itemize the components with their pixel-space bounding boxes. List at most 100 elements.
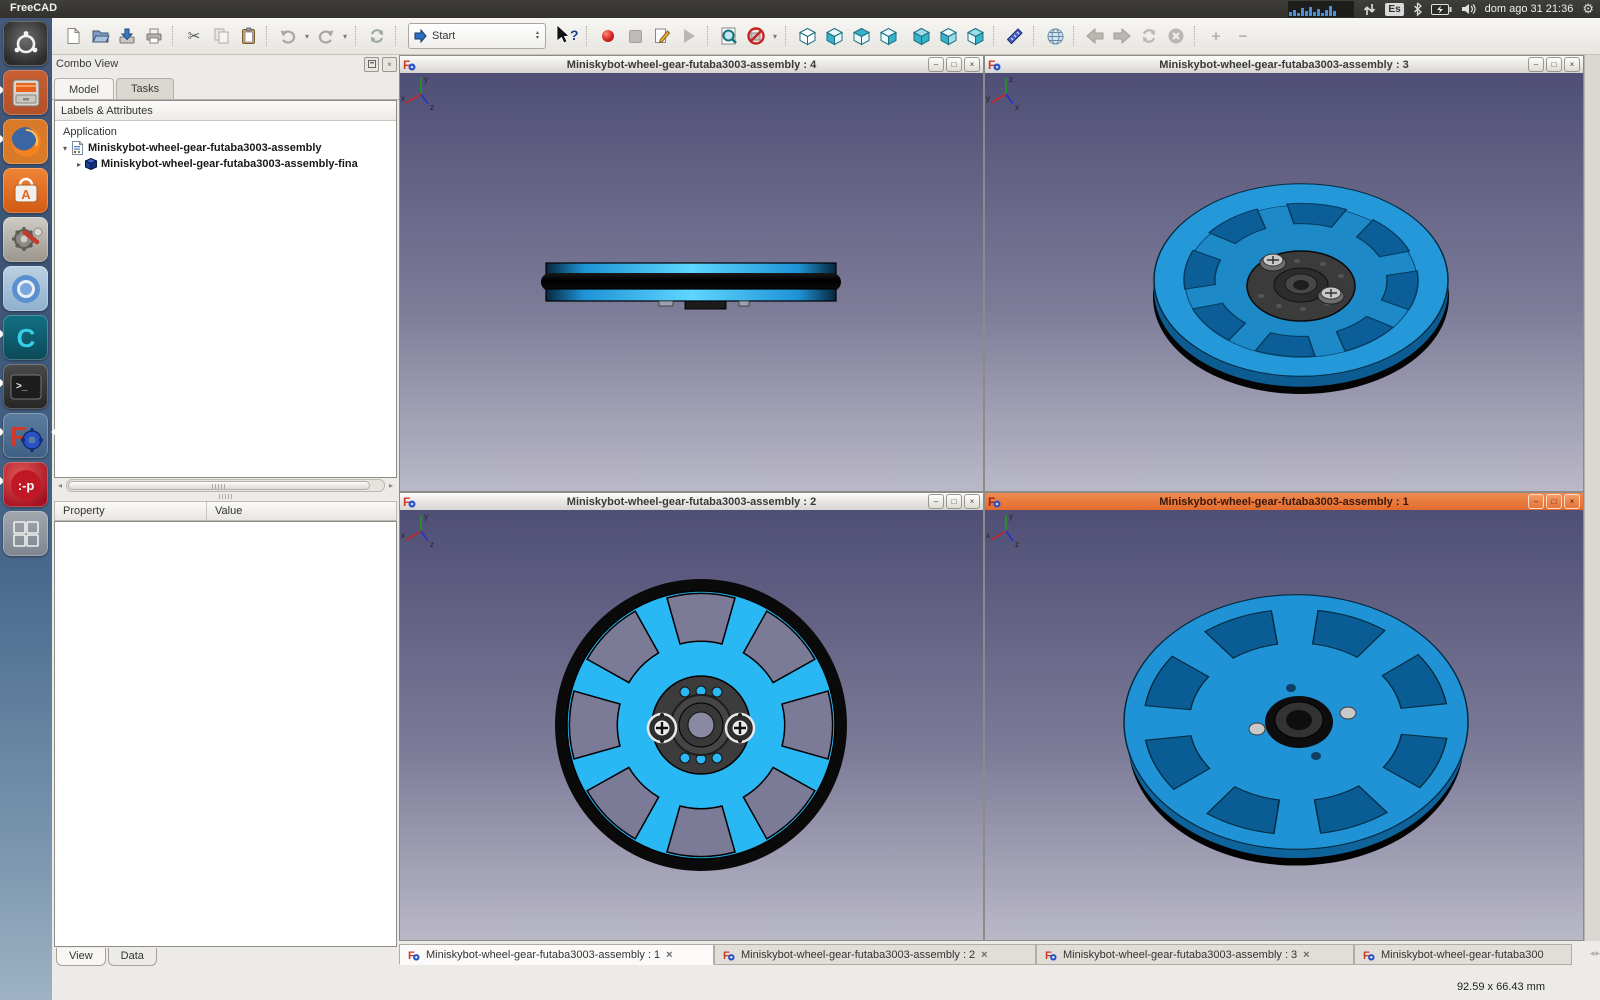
tab-data[interactable]: Data	[108, 948, 157, 966]
tab-close-icon[interactable]: ×	[1303, 949, 1309, 961]
dock-float-button[interactable]	[364, 57, 379, 72]
macro-stop-button[interactable]	[622, 22, 648, 50]
launcher-item-freecad[interactable]: F	[3, 413, 48, 458]
nav-stop-button[interactable]	[1163, 22, 1189, 50]
dock-close-button[interactable]: ×	[382, 57, 397, 72]
network-monitor-icon[interactable]	[1288, 1, 1354, 17]
workbench-selector[interactable]: Start ▴▾	[408, 23, 546, 49]
zoom-in-button[interactable]: +	[1203, 22, 1229, 50]
draw-style-button[interactable]	[743, 22, 769, 50]
launcher-item-chromium[interactable]	[3, 266, 48, 311]
window-2-titlebar[interactable]: Miniskybot-wheel-gear-futaba3003-assembl…	[400, 493, 983, 511]
tab-close-icon[interactable]: ×	[666, 949, 672, 961]
nav-refresh-button[interactable]	[1136, 22, 1162, 50]
window-tab-3[interactable]: F Miniskybot-wheel-gear-futaba3003-assem…	[1036, 944, 1354, 965]
macro-record-button[interactable]	[595, 22, 621, 50]
zoom-out-button[interactable]: −	[1230, 22, 1256, 50]
redo-button[interactable]	[313, 22, 339, 50]
expander-closed-icon[interactable]: ▸	[73, 160, 85, 169]
window-tab-1[interactable]: F Miniskybot-wheel-gear-futaba3003-assem…	[399, 944, 714, 965]
print-button[interactable]	[141, 22, 167, 50]
copy-button[interactable]	[208, 22, 234, 50]
paste-button[interactable]	[235, 22, 261, 50]
restore-button[interactable]: □	[1546, 57, 1562, 72]
nav-forward-button[interactable]	[1109, 22, 1135, 50]
window-4-titlebar[interactable]: Miniskybot-wheel-gear-futaba3003-assembl…	[400, 56, 983, 74]
launcher-item-player-smiley[interactable]: :-p	[3, 462, 48, 507]
web-browser-button[interactable]	[1042, 22, 1068, 50]
restore-button[interactable]: □	[946, 57, 962, 72]
measure-button[interactable]	[1002, 22, 1028, 50]
window-1-titlebar[interactable]: Miniskybot-wheel-gear-futaba3003-assembl…	[985, 493, 1583, 511]
expander-open-icon[interactable]: ▾	[59, 144, 71, 153]
dock-splitter[interactable]	[54, 493, 397, 500]
viewport-iso-top-view[interactable]: zyx	[985, 73, 1583, 491]
launcher-item-software-center[interactable]: A	[3, 168, 48, 213]
window-tab-2[interactable]: F Miniskybot-wheel-gear-futaba3003-assem…	[714, 944, 1036, 965]
view-rear-button[interactable]	[908, 22, 934, 50]
scrollbar-thumb[interactable]	[68, 481, 370, 490]
window-tab-4[interactable]: F Miniskybot-wheel-gear-futaba300	[1354, 944, 1572, 965]
scroll-left-arrow[interactable]: ◂	[54, 481, 66, 490]
tab-scroll-right[interactable]: ▸	[1595, 948, 1600, 959]
view-front-button[interactable]	[821, 22, 847, 50]
launcher-item-c-app[interactable]: C	[3, 315, 48, 360]
minimize-button[interactable]: –	[1528, 57, 1544, 72]
value-column-header[interactable]: Value	[207, 502, 250, 520]
new-document-button[interactable]	[60, 22, 86, 50]
window-3-titlebar[interactable]: Miniskybot-wheel-gear-futaba3003-assembl…	[985, 56, 1583, 74]
undo-dropdown[interactable]: ▾	[302, 22, 312, 50]
minimize-button[interactable]: –	[1528, 494, 1544, 509]
scroll-right-arrow[interactable]: ▸	[385, 481, 397, 490]
launcher-item-system-settings[interactable]	[3, 217, 48, 262]
viewport-side-view[interactable]: yxz	[400, 73, 983, 491]
fit-all-button[interactable]	[716, 22, 742, 50]
viewport-iso-view[interactable]: yxz	[985, 510, 1583, 940]
close-button[interactable]: ×	[1564, 57, 1580, 72]
view-left-button[interactable]	[962, 22, 988, 50]
bluetooth-icon[interactable]	[1413, 2, 1422, 16]
minimize-button[interactable]: –	[928, 494, 944, 509]
undo-button[interactable]	[275, 22, 301, 50]
launcher-item-ubuntu-dash[interactable]	[3, 21, 48, 66]
battery-icon[interactable]	[1431, 4, 1452, 15]
redo-dropdown[interactable]: ▾	[340, 22, 350, 50]
nav-back-button[interactable]	[1082, 22, 1108, 50]
view-bottom-button[interactable]	[935, 22, 961, 50]
launcher-item-workspace-switcher[interactable]	[3, 511, 48, 556]
restore-button[interactable]: □	[1546, 494, 1562, 509]
open-document-button[interactable]	[87, 22, 113, 50]
restore-button[interactable]: □	[946, 494, 962, 509]
close-button[interactable]: ×	[964, 494, 980, 509]
tab-view[interactable]: View	[56, 948, 106, 966]
tree-item-document[interactable]: ▾ Miniskybot-wheel-gear-futaba3003-assem…	[55, 140, 396, 156]
session-gear-icon[interactable]: ⚙	[1582, 1, 1594, 17]
property-column-header[interactable]: Property	[55, 502, 207, 520]
macro-play-button[interactable]	[676, 22, 702, 50]
clock[interactable]: dom ago 31 21:36	[1485, 3, 1574, 15]
launcher-item-firefox[interactable]	[3, 119, 48, 164]
launcher-item-files[interactable]	[3, 70, 48, 115]
launcher-item-terminal[interactable]: >_	[3, 364, 48, 409]
tree-root-application[interactable]: Application	[55, 124, 396, 140]
macro-edit-button[interactable]	[649, 22, 675, 50]
whats-this-button[interactable]: ?	[551, 22, 581, 50]
tree-item-part[interactable]: ▸ Miniskybot-wheel-gear-futaba3003-assem…	[55, 156, 396, 172]
tab-scroll-left[interactable]: ◂	[1590, 948, 1595, 959]
tab-model[interactable]: Model	[54, 78, 114, 100]
draw-style-dropdown[interactable]: ▾	[770, 22, 780, 50]
tab-tasks[interactable]: Tasks	[116, 78, 174, 99]
volume-icon[interactable]	[1461, 3, 1476, 15]
view-top-button[interactable]	[848, 22, 874, 50]
property-table-body[interactable]	[54, 521, 397, 947]
view-axonometric-button[interactable]	[794, 22, 820, 50]
keyboard-layout-indicator[interactable]: Es	[1385, 3, 1403, 16]
close-button[interactable]: ×	[1564, 494, 1580, 509]
viewport-front-view[interactable]: yxz	[400, 510, 983, 940]
save-button[interactable]	[114, 22, 140, 50]
close-button[interactable]: ×	[964, 57, 980, 72]
minimize-button[interactable]: –	[928, 57, 944, 72]
tree-horizontal-scrollbar[interactable]: ◂ ▸	[54, 479, 397, 492]
view-right-button[interactable]	[875, 22, 901, 50]
network-updown-icon[interactable]	[1363, 3, 1376, 16]
